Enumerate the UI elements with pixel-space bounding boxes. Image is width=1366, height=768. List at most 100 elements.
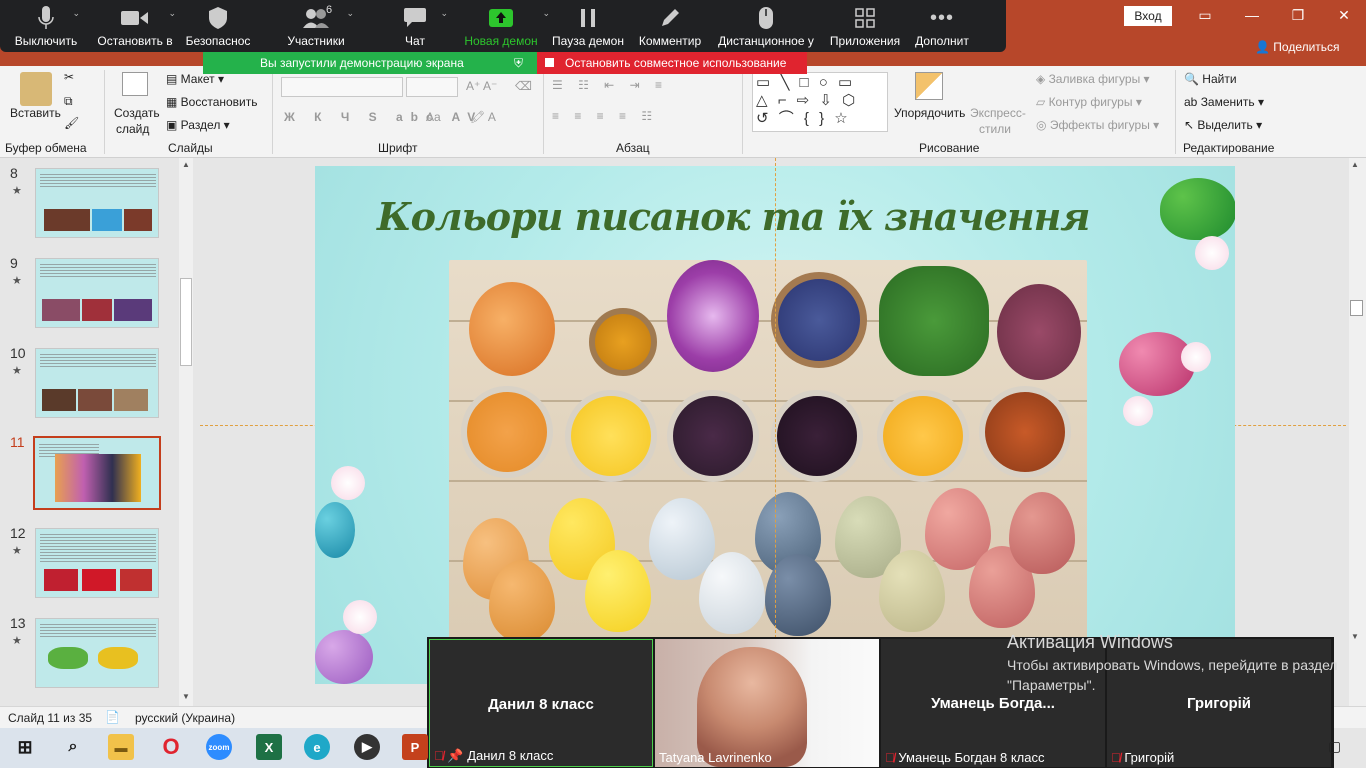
chat-button[interactable]: Чат ⌄	[374, 0, 456, 52]
slides-group-label: Слайды	[168, 141, 213, 155]
new-slide-icon[interactable]	[122, 72, 148, 96]
more-button[interactable]: ••• Дополнит	[908, 0, 976, 52]
notification-icon[interactable]: ▢	[1328, 738, 1341, 755]
list-buttons[interactable]: ☰ ☷ ⇤ ⇥ ≡	[552, 78, 668, 92]
thumbnail-scrollbar[interactable]: ▲ ▼	[179, 158, 193, 706]
share-screen-icon	[489, 6, 513, 30]
font-group-label: Шрифт	[378, 141, 418, 155]
mute-button[interactable]: Выключить ⌄	[0, 0, 92, 52]
participant-tile[interactable]: Данил 8 класс 🎙̸ 📌 Данил 8 класс	[429, 639, 653, 767]
new-share-button[interactable]: Новая демон ⌄	[456, 0, 550, 52]
muted-mic-icon: 🎙̸	[1111, 750, 1121, 765]
editing-group-label: Редактирование	[1183, 141, 1275, 155]
media-player-icon[interactable]: ▶	[354, 734, 380, 760]
scroll-thumb[interactable]	[180, 278, 192, 366]
format-painter-icon[interactable]: 🖌	[64, 116, 79, 130]
stop-share-button[interactable]: Остановить совместное использование	[537, 52, 807, 74]
slide-thumbnail-11-selected[interactable]	[33, 436, 161, 510]
sharing-banner: Вы запустили демонстрацию экрана ⛨	[203, 52, 537, 74]
muted-mic-icon: 🎙̸	[885, 750, 895, 765]
increase-font-icon[interactable]: A⁺ A⁻	[466, 79, 497, 93]
shapes-gallery[interactable]: ▭ ╲ □ ○ ▭ △ ⌐ ⇨ ⇩ ⬡ ↺ ⌒ { } ☆	[752, 72, 888, 132]
flower-icon	[331, 466, 365, 500]
quick-styles-button[interactable]: Экспресс-	[970, 106, 1026, 120]
windows-start-icon[interactable]: ⊞	[12, 734, 38, 760]
slide-thumbnail-10[interactable]	[35, 348, 159, 418]
scroll-thumb[interactable]	[1350, 300, 1363, 316]
arrange-button[interactable]: Упорядочить	[894, 106, 965, 120]
clear-format-icon[interactable]: ⌫	[515, 79, 532, 93]
arrange-icon[interactable]	[915, 72, 943, 100]
shape-effects-button[interactable]: ◎ Эффекты фигуры ▾	[1036, 118, 1159, 132]
find-icon: 🔍	[1184, 72, 1203, 86]
font-family-select[interactable]	[281, 77, 403, 97]
video-camera-icon	[121, 6, 149, 30]
slide-thumbnail-8[interactable]	[35, 168, 159, 238]
participant-label: 🎙̸ 📌 Данил 8 класс	[434, 748, 554, 763]
transition-star-icon: ★	[12, 635, 22, 647]
replace-button[interactable]: ab Заменить ▾	[1184, 95, 1264, 109]
opera-icon[interactable]: O	[158, 734, 184, 760]
drawing-group-label: Рисование	[919, 141, 980, 155]
copy-icon[interactable]: ⧉	[64, 94, 73, 109]
file-explorer-icon[interactable]: ▬	[108, 734, 134, 760]
ribbon-display-icon[interactable]: ▭	[1185, 4, 1225, 26]
slide-counter: Слайд 11 из 35	[8, 711, 93, 725]
find-button[interactable]: 🔍 Найти	[1184, 72, 1237, 86]
font-style-buttons[interactable]: Ж К Ч S abc AV	[284, 110, 483, 124]
slide-thumbnail-13[interactable]	[35, 618, 159, 688]
restore-icon[interactable]: ❐	[1278, 4, 1318, 26]
participant-video	[697, 647, 807, 767]
shape-fill-button[interactable]: ◈ Заливка фигуры ▾	[1036, 72, 1150, 86]
change-case-button[interactable]: Aa	[426, 110, 441, 124]
quick-styles-label: стили	[979, 122, 1011, 136]
slide-title[interactable]: Кольори писанок та їх значення	[377, 194, 1091, 239]
annotate-button[interactable]: Комментир	[630, 0, 710, 52]
remote-control-button[interactable]: Дистанционное у	[710, 0, 822, 52]
new-slide-button[interactable]: Создать	[114, 106, 160, 120]
chat-icon	[404, 6, 426, 30]
editor-scrollbar[interactable]: ▲ ▼	[1349, 158, 1366, 706]
thumb-number: 8	[10, 165, 18, 181]
pause-share-button[interactable]: Пауза демон	[546, 0, 630, 52]
layout-button[interactable]: ▤ Макет ▾	[166, 72, 224, 86]
excel-icon[interactable]: X	[256, 734, 282, 760]
font-color-icon[interactable]: 🖍 A	[470, 110, 496, 124]
layout-icon: ▤	[166, 72, 181, 86]
slide-thumbnail-9[interactable]	[35, 258, 159, 328]
edge-icon[interactable]: e	[304, 734, 330, 760]
share-button[interactable]: 👤 Поделиться	[1255, 40, 1340, 54]
select-button[interactable]: ↖ Выделить ▾	[1184, 118, 1262, 132]
alignment-buttons[interactable]: ≡ ≡ ≡ ≡ ☷	[552, 109, 658, 123]
thumb-number: 12	[10, 525, 26, 541]
share-icon: 👤	[1255, 40, 1274, 54]
language-indicator[interactable]: русский (Украина)	[135, 711, 235, 725]
zoom-app-icon[interactable]: zoom	[206, 734, 232, 760]
close-icon[interactable]: ✕	[1324, 4, 1364, 26]
stop-icon	[545, 58, 554, 67]
paste-icon[interactable]	[20, 72, 52, 106]
spellcheck-icon[interactable]: 📄	[105, 710, 120, 724]
participant-display-name: Григорій	[1186, 695, 1252, 712]
apps-button[interactable]: Приложения	[822, 0, 908, 52]
login-button[interactable]: Вход	[1124, 6, 1172, 26]
stop-video-button[interactable]: Остановить в ⌄	[92, 0, 178, 52]
shape-outline-button[interactable]: ▱ Контур фигуры ▾	[1036, 95, 1142, 109]
cut-icon[interactable]: ✂	[64, 70, 74, 84]
slide-thumbnail-12[interactable]	[35, 528, 159, 598]
annotate-pencil-icon	[660, 6, 680, 30]
dyed-eggs-photo[interactable]	[449, 260, 1087, 684]
pause-icon	[581, 6, 595, 30]
powerpoint-icon[interactable]: P	[402, 734, 428, 760]
participant-video-tile[interactable]: Tatyana Lavrinenko	[655, 639, 879, 767]
reset-button[interactable]: ▦ Восстановить	[166, 95, 258, 109]
search-icon[interactable]: ⌕	[60, 734, 86, 760]
slide-thumbnail-panel: 8 ★ 9 ★ 10 ★ 11 12 ★ 13 ★	[0, 158, 197, 706]
font-size-select[interactable]	[406, 77, 458, 97]
paste-button[interactable]: Вставить	[10, 106, 61, 120]
section-button[interactable]: ▣ Раздел ▾	[166, 118, 230, 132]
participant-label: 🎙̸ Григорій	[1111, 750, 1175, 765]
minimize-icon[interactable]: —	[1232, 4, 1272, 26]
security-button[interactable]: Безопаснос	[178, 0, 258, 52]
participants-button[interactable]: Участники 6 ⌄	[258, 0, 374, 52]
